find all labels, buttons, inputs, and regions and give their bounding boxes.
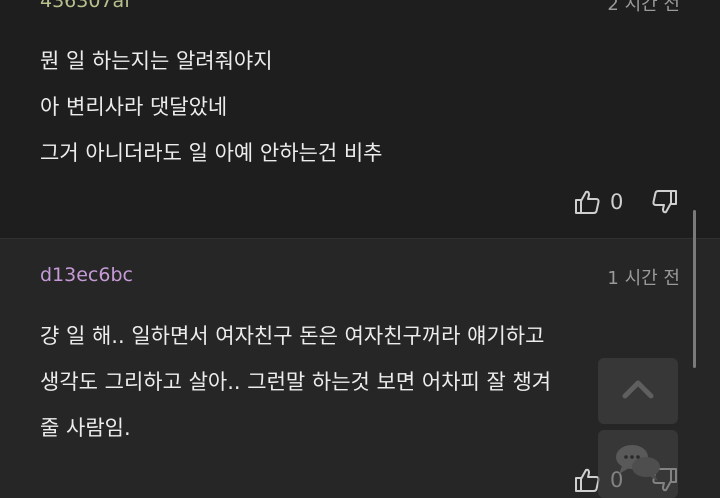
like-button[interactable]: 0	[574, 188, 623, 216]
comment-line: 줄 사람임.	[40, 416, 131, 440]
thumbs-up-icon	[574, 188, 602, 216]
chat-bubbles-icon	[612, 441, 664, 487]
comment-line: 뭔 일 하는지는 알려줘야지	[40, 49, 273, 73]
scroll-to-top-button[interactable]	[598, 358, 678, 424]
thumbs-down-icon	[650, 188, 678, 216]
comment-line: 아 변리사라 댓달았네	[40, 95, 228, 119]
like-count: 0	[610, 190, 624, 214]
comments-button[interactable]	[598, 430, 678, 498]
comment-username[interactable]: d13ec6bc	[40, 264, 133, 286]
chevron-up-icon	[620, 377, 656, 405]
dislike-button[interactable]	[650, 188, 678, 216]
comment-line: 걍 일 해.. 일하면서 여자친구 돈은 여자친구꺼라 얘기하고	[40, 324, 545, 348]
comment-username[interactable]: 436307af	[40, 0, 131, 12]
comment-timestamp: 1 시간 전	[607, 268, 680, 289]
comment-body: 뭔 일 하는지는 알려줘야지 아 변리사라 댓달았네 그거 아니더라도 일 아예…	[40, 38, 383, 176]
comment-body: 걍 일 해.. 일하면서 여자친구 돈은 여자친구꺼라 얘기하고 생각도 그리하…	[40, 313, 551, 451]
comment-line: 생각도 그리하고 살아.. 그런말 하는것 보면 어차피 잘 챙겨	[40, 370, 552, 394]
comment-timestamp: 2 시간 전	[607, 0, 680, 15]
scrollbar-thumb[interactable]	[693, 210, 696, 368]
comment-line: 그거 아니더라도 일 아예 안하는건 비추	[40, 141, 383, 165]
